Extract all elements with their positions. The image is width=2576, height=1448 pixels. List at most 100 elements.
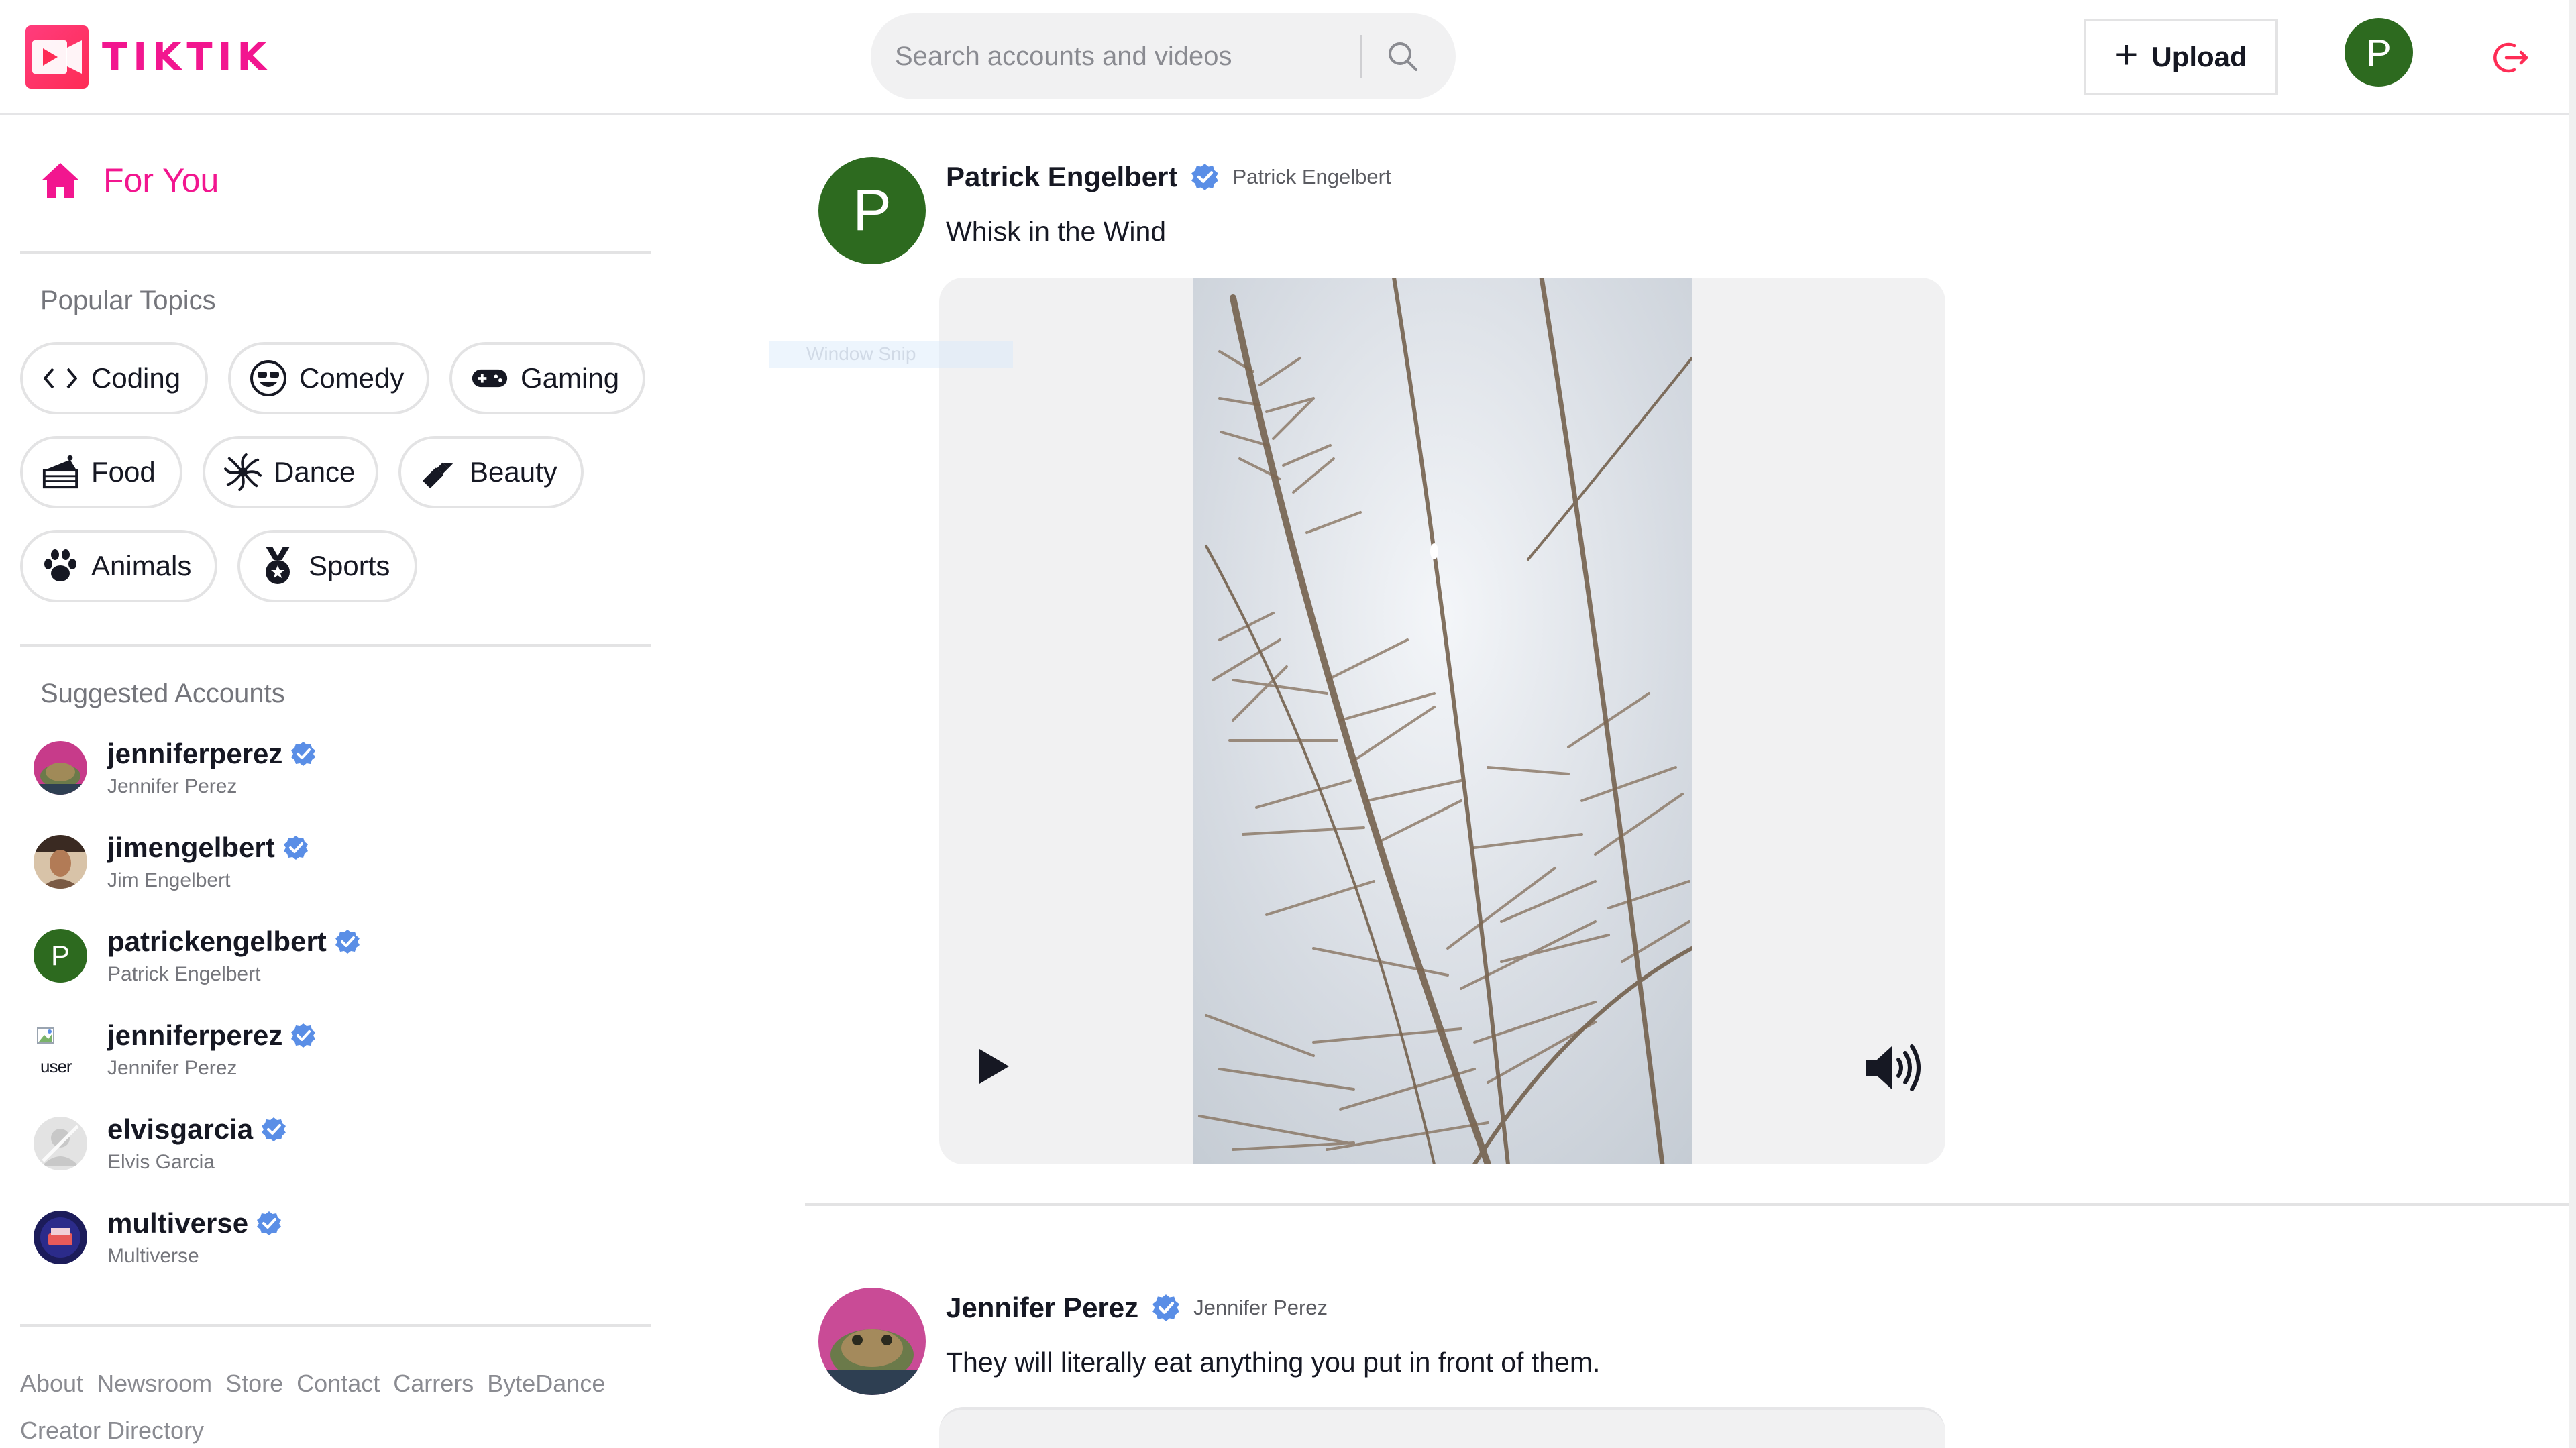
post-author-name[interactable]: Jennifer Perez <box>946 1292 1138 1324</box>
verified-icon <box>262 1117 286 1141</box>
suggested-account[interactable]: P patrickengelbert Patrick Engelbert <box>34 919 360 993</box>
topic-label: Gaming <box>521 362 620 394</box>
divider <box>20 251 651 254</box>
account-username: jenniferperez <box>107 1019 283 1051</box>
account-name: Patrick Engelbert <box>107 963 261 985</box>
post-author-name[interactable]: Patrick Engelbert <box>946 161 1177 193</box>
upload-button[interactable]: + Upload <box>2084 19 2278 95</box>
nav-for-you-label: For You <box>103 162 219 199</box>
account-name: Jim Engelbert <box>107 869 231 891</box>
suggested-account[interactable]: jenniferperez Jennifer Perez <box>34 731 316 805</box>
upload-label: Upload <box>2151 41 2247 72</box>
verified-icon <box>1152 1294 1180 1321</box>
post-divider <box>805 1203 2569 1206</box>
post-author-avatar[interactable]: P <box>818 157 926 264</box>
footer-link-about[interactable]: About <box>20 1370 83 1398</box>
volume-button[interactable] <box>1865 1044 1925 1092</box>
topic-beauty[interactable]: Beauty <box>398 436 584 508</box>
footer-links: About Newsroom Store Contact Carrers Byt… <box>20 1370 605 1398</box>
dancer-icon <box>224 453 262 491</box>
verified-icon <box>1191 164 1219 190</box>
topic-label: Sports <box>309 550 390 581</box>
account-username: multiverse <box>107 1207 249 1239</box>
footer-link-creator-directory[interactable]: Creator Directory <box>20 1416 204 1445</box>
video-thumbnail-grass <box>1193 278 1692 1164</box>
suggested-account[interactable]: jimengelbert Jim Engelbert <box>34 825 309 899</box>
logout-button[interactable] <box>2490 38 2530 78</box>
logo-video-icon <box>25 25 89 89</box>
verified-icon <box>283 836 308 860</box>
avatar <box>34 1211 87 1264</box>
app-logo[interactable]: TIKTIK <box>25 25 272 89</box>
verified-icon <box>335 930 360 954</box>
post-author-handle: Patrick Engelbert <box>1232 165 1391 188</box>
popular-topics-title: Popular Topics <box>40 286 216 315</box>
medal-icon <box>259 547 297 585</box>
sidebar: For You Popular Topics Coding Comedy Gam… <box>0 118 657 1448</box>
topic-coding[interactable]: Coding <box>20 342 208 414</box>
code-icon <box>42 359 79 397</box>
lipstick-icon <box>420 453 458 491</box>
footer-link-bytedance[interactable]: ByteDance <box>487 1370 605 1398</box>
avatar <box>34 835 87 889</box>
suggested-account[interactable]: elvisgarcia Elvis Garcia <box>34 1107 286 1180</box>
footer-link-contact[interactable]: Contact <box>297 1370 380 1398</box>
verified-icon <box>291 742 316 766</box>
topic-label: Food <box>91 456 156 488</box>
cake-icon <box>42 453 79 491</box>
avatar <box>34 741 87 795</box>
nav-for-you[interactable]: For You <box>40 161 219 200</box>
divider <box>20 1324 651 1327</box>
home-icon <box>42 163 79 198</box>
topic-food[interactable]: Food <box>20 436 182 508</box>
broken-image-alt: user <box>40 1056 72 1076</box>
topic-label: Comedy <box>299 362 405 394</box>
topic-comedy[interactable]: Comedy <box>228 342 429 414</box>
broken-image-icon <box>37 1027 54 1044</box>
plus-icon: + <box>2114 32 2139 77</box>
post-author-avatar[interactable] <box>818 1288 926 1395</box>
avatar <box>34 1117 87 1170</box>
account-name: Jennifer Perez <box>107 1057 237 1079</box>
post-caption: They will literally eat anything you put… <box>946 1347 1601 1378</box>
top-header: TIKTIK + Upload P <box>0 0 2569 115</box>
laughing-face-icon <box>250 359 287 397</box>
app-name: TIKTIK <box>102 35 272 79</box>
suggested-account[interactable]: multiverse Multiverse <box>34 1201 282 1274</box>
verified-icon <box>257 1211 282 1235</box>
scrollbar[interactable] <box>2569 0 2576 1448</box>
verified-icon <box>291 1023 316 1048</box>
video-player[interactable] <box>939 1407 1945 1448</box>
topic-sports[interactable]: Sports <box>237 530 417 602</box>
suggested-accounts-title: Suggested Accounts <box>40 679 285 708</box>
play-icon <box>979 1049 1009 1084</box>
account-username: jimengelbert <box>107 832 275 863</box>
topic-animals[interactable]: Animals <box>20 530 217 602</box>
post-author-handle: Jennifer Perez <box>1193 1296 1328 1319</box>
gamepad-icon <box>471 359 508 397</box>
user-avatar[interactable]: P <box>2345 18 2413 87</box>
video-player[interactable] <box>939 278 1945 1164</box>
broken-image-avatar: user <box>34 1023 87 1076</box>
post-header: Patrick Engelbert Patrick Engelbert <box>946 161 1391 193</box>
topic-dance[interactable]: Dance <box>203 436 378 508</box>
footer-link-newsroom[interactable]: Newsroom <box>97 1370 212 1398</box>
topic-label: Animals <box>91 550 192 581</box>
topic-label: Beauty <box>470 456 557 488</box>
account-username: patrickengelbert <box>107 926 327 957</box>
logout-icon <box>2493 42 2528 73</box>
suggested-account[interactable]: user jenniferperez Jennifer Perez <box>34 1013 316 1087</box>
search-button[interactable] <box>1362 13 1443 99</box>
play-button[interactable] <box>973 1046 1013 1087</box>
footer-link-careers[interactable]: Carrers <box>393 1370 474 1398</box>
footer-links-2: Creator Directory <box>20 1416 204 1445</box>
video-frame[interactable] <box>1193 278 1692 1164</box>
account-name: Multiverse <box>107 1245 199 1267</box>
topic-gaming[interactable]: Gaming <box>449 342 645 414</box>
search-input[interactable] <box>895 30 1351 83</box>
footer-link-store[interactable]: Store <box>225 1370 283 1398</box>
account-name: Elvis Garcia <box>107 1151 215 1173</box>
avatar: P <box>34 929 87 983</box>
post-caption: Whisk in the Wind <box>946 216 1167 247</box>
account-username: jenniferperez <box>107 738 283 769</box>
